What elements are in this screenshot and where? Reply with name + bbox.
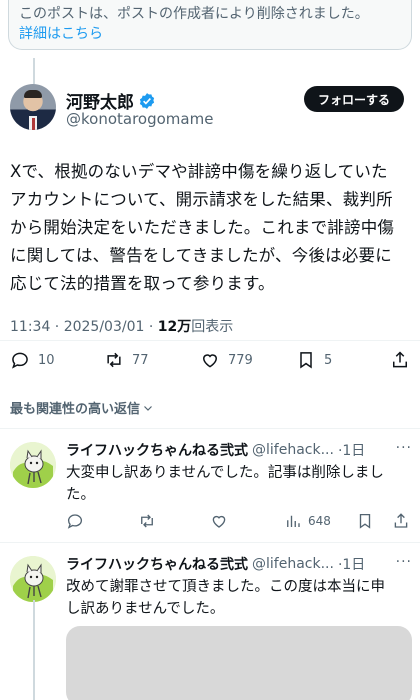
- post-text-line: に関しては、警告をしてきましたが、今後は必要に: [10, 246, 392, 265]
- reply-avatar[interactable]: [10, 442, 56, 488]
- reply-item[interactable]: ライフハックちゃんねる弐式 @lifehack... ·1日 ··· 大変申し訳…: [0, 440, 420, 540]
- thread-connector-line: [33, 600, 35, 700]
- analytics-icon: [287, 515, 300, 527]
- avatar[interactable]: [10, 84, 56, 130]
- reply-text: 改めて謝罪させて頂きました。この度は本当に申 し訳ありませんでした。: [66, 576, 412, 620]
- reply-action[interactable]: 10: [10, 350, 55, 370]
- fox-mascot-icon: [10, 556, 56, 602]
- divider: [0, 542, 420, 543]
- bookmark-count: 5: [324, 352, 333, 368]
- reply-author-handle[interactable]: @lifehack...: [252, 442, 334, 458]
- verified-badge-icon: [139, 92, 155, 109]
- bookmark-icon: [300, 352, 312, 369]
- reply-actions: 648: [66, 512, 412, 534]
- reply-author-handle[interactable]: @lifehack...: [252, 556, 334, 572]
- reply-text-line: た。: [66, 487, 95, 503]
- learn-more-link[interactable]: 詳細はこちら: [19, 24, 411, 44]
- fox-mascot-icon: [10, 442, 56, 488]
- reply-icon: [12, 352, 28, 369]
- post-text-line: アカウントについて、開示請求をした結果、裁判所: [10, 190, 393, 209]
- reply-icon: [67, 514, 83, 529]
- post-actions: 10 77 779 5: [10, 350, 410, 376]
- view-label: 回表示: [191, 319, 234, 335]
- like-action[interactable]: 779: [200, 350, 253, 370]
- reply-media-image[interactable]: [66, 626, 412, 700]
- chevron-down-icon: [144, 405, 152, 411]
- reply-time[interactable]: ·1日: [338, 440, 365, 460]
- reply-view-count: 648: [308, 514, 331, 528]
- reply-text-line: 改めて謝罪させて頂きました。この度は本当に申: [66, 579, 385, 595]
- repost-action[interactable]: [138, 512, 162, 530]
- repost-count: 77: [132, 352, 149, 368]
- share-action[interactable]: [392, 512, 416, 530]
- reply-count: 10: [38, 352, 55, 368]
- deleted-post-notice: このポストは、ポストの作成者により削除されました。 詳細はこちら: [8, 0, 412, 50]
- like-count: 779: [228, 352, 253, 368]
- bookmark-action[interactable]: [356, 512, 380, 530]
- bookmark-action[interactable]: 5: [296, 350, 332, 370]
- thread-connector-line: [33, 58, 35, 84]
- heart-icon: [212, 515, 226, 528]
- share-icon: [393, 351, 407, 368]
- reply-text-line: し訳ありませんでした。: [66, 601, 225, 617]
- reply-sort-label: 最も関連性の高い返信: [10, 402, 141, 417]
- post-text-line: Xで、根拠のないデマや誹謗中傷を繰り返していた: [10, 162, 388, 181]
- post-timestamp[interactable]: 11:34 · 2025/03/01 ·: [10, 319, 158, 335]
- reply-time[interactable]: ·1日: [338, 554, 365, 574]
- reply-text-line: 大変申し訳ありませんでした。記事は削除しまし: [66, 465, 384, 481]
- share-icon: [394, 513, 408, 528]
- heart-icon: [202, 354, 218, 368]
- divider: [0, 340, 420, 341]
- bookmark-icon: [359, 513, 371, 529]
- deleted-notice-text: このポストは、ポストの作成者により削除されました。: [19, 6, 369, 22]
- reply-header: ライフハックちゃんねる弐式 @lifehack... ·1日 ···: [66, 554, 412, 574]
- post-text-line: から開始決定をいただきました。これまで誹謗中傷: [10, 218, 395, 237]
- reply-action[interactable]: [66, 512, 90, 530]
- like-action[interactable]: [210, 512, 234, 530]
- views-action[interactable]: 648: [284, 512, 331, 530]
- share-action[interactable]: [390, 350, 418, 370]
- reply-header: ライフハックちゃんねる弐式 @lifehack... ·1日 ···: [66, 440, 412, 460]
- author-handle[interactable]: @konotarogomame: [66, 110, 213, 128]
- follow-button[interactable]: フォローする: [304, 86, 404, 112]
- repost-icon: [141, 514, 153, 528]
- reply-avatar[interactable]: [10, 556, 56, 602]
- reply-sort-selector[interactable]: 最も関連性の高い返信: [10, 398, 154, 417]
- more-options-icon[interactable]: ···: [396, 554, 412, 570]
- repost-action[interactable]: 77: [104, 350, 149, 370]
- reply-author-name[interactable]: ライフハックちゃんねる弐式: [66, 440, 248, 460]
- divider: [0, 428, 420, 429]
- post-text-line: 応じて法的措置を取って参ります。: [10, 274, 275, 293]
- reply-text: 大変申し訳ありませんでした。記事は削除しまし た。: [66, 462, 412, 506]
- post-meta: 11:34 · 2025/03/01 · 12万回表示: [10, 316, 233, 336]
- reply-author-name[interactable]: ライフハックちゃんねる弐式: [66, 554, 248, 574]
- repost-icon: [107, 352, 121, 368]
- view-count: 12万: [157, 319, 192, 335]
- more-options-icon[interactable]: ···: [396, 440, 412, 456]
- post-text: Xで、根拠のないデマや誹謗中傷を繰り返していた アカウントについて、開示請求をし…: [10, 158, 414, 298]
